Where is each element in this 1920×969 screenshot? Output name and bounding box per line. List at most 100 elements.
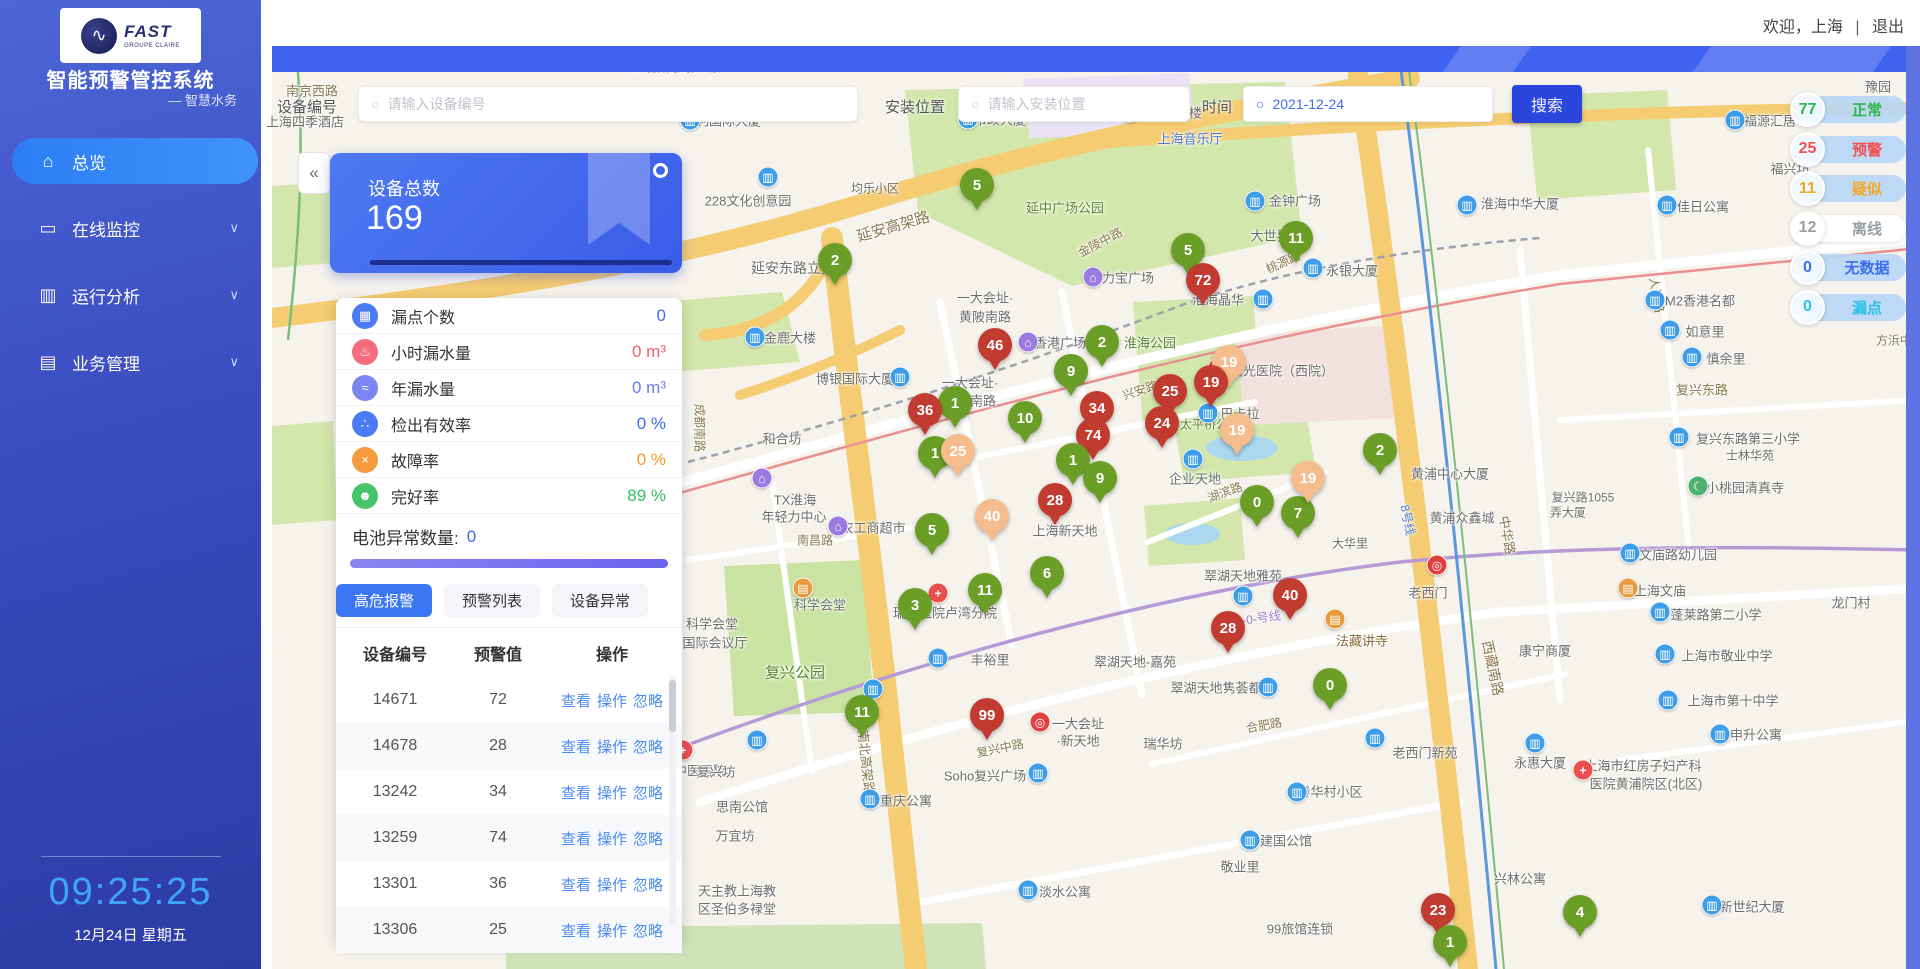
shop-poi-icon: ⌂	[752, 468, 773, 489]
stat-row-漏点个数: ▦漏点个数0	[336, 298, 682, 334]
top-bar: 欢迎，上海 | 退出	[261, 0, 1920, 46]
action-操作[interactable]: 操作	[597, 785, 627, 802]
panel-collapse-button[interactable]: «	[298, 152, 330, 194]
map-marker-red-23[interactable]: 23	[1421, 893, 1455, 927]
map-marker-green-2[interactable]: 2	[1085, 325, 1119, 359]
action-忽略[interactable]: 忽略	[633, 739, 663, 756]
system-subtitle: — 智慧水务	[168, 90, 237, 109]
tab-预警列表[interactable]: 预警列表	[444, 584, 540, 617]
map-marker-green-11[interactable]: 11	[845, 695, 879, 729]
action-查看[interactable]: 查看	[561, 923, 591, 940]
map-marker-green-5[interactable]: 5	[915, 513, 949, 547]
map-marker-green-9[interactable]: 9	[1083, 461, 1117, 495]
map-marker-red-24[interactable]: 24	[1145, 406, 1179, 440]
map-marker-red-28[interactable]: 28	[1211, 611, 1245, 645]
action-查看[interactable]: 查看	[561, 739, 591, 756]
date-input-box[interactable]: ○	[1243, 86, 1493, 122]
map-marker-green-3[interactable]: 3	[898, 588, 932, 622]
action-操作[interactable]: 操作	[597, 739, 627, 756]
device-id-input-box[interactable]: ○	[358, 86, 858, 122]
action-查看[interactable]: 查看	[561, 831, 591, 848]
action-忽略[interactable]: 忽略	[633, 693, 663, 710]
legend-count-漏点[interactable]: 0	[1790, 290, 1825, 325]
tab-高危报警[interactable]: 高危报警	[336, 584, 432, 617]
map-marker-orange-40[interactable]: 40	[975, 499, 1009, 533]
map-marker-red-72[interactable]: 72	[1186, 263, 1220, 297]
map-marker-green-0[interactable]: 0	[1240, 485, 1274, 519]
map-marker-green-0[interactable]: 0	[1313, 668, 1347, 702]
map-marker-orange-19[interactable]: 19	[1291, 461, 1325, 495]
map-marker-green-5[interactable]: 5	[960, 168, 994, 202]
install-location-input[interactable]	[987, 96, 1172, 112]
table-row: 1330136查看操作忽略	[336, 861, 682, 907]
map-label: 农工商超市	[840, 518, 905, 537]
map-label: 老西门新苑	[1392, 743, 1457, 762]
map-marker-orange-19[interactable]: 19	[1220, 413, 1254, 447]
map-marker-orange-25[interactable]: 25	[941, 434, 975, 468]
map-marker-green-11[interactable]: 11	[1279, 221, 1313, 255]
map-marker-green-5[interactable]: 5	[1171, 233, 1205, 267]
sidebar-item-总览[interactable]: ⌂总览	[12, 138, 258, 184]
map-marker-green-10[interactable]: 10	[1008, 401, 1042, 435]
map-marker-green-1[interactable]: 1	[1433, 925, 1467, 959]
legend-count-无数据[interactable]: 0	[1790, 250, 1825, 285]
action-操作[interactable]: 操作	[597, 923, 627, 940]
map-marker-green-4[interactable]: 4	[1563, 895, 1597, 929]
action-忽略[interactable]: 忽略	[633, 831, 663, 848]
action-忽略[interactable]: 忽略	[633, 877, 663, 894]
date-input[interactable]	[1272, 96, 1473, 112]
legend-count-预警[interactable]: 25	[1790, 132, 1825, 167]
tab-设备异常[interactable]: 设备异常	[552, 584, 648, 617]
action-操作[interactable]: 操作	[597, 693, 627, 710]
map-marker-red-19[interactable]: 19	[1194, 365, 1228, 399]
map-marker-red-99[interactable]: 99	[970, 698, 1004, 732]
logout-link[interactable]: 退出	[1872, 19, 1904, 36]
legend-count-正常[interactable]: 77	[1790, 92, 1825, 127]
map-label: 士林华苑	[1726, 447, 1774, 464]
hospital-poi-icon: +	[1573, 760, 1594, 781]
search-button[interactable]: 搜索	[1512, 85, 1582, 123]
action-忽略[interactable]: 忽略	[633, 923, 663, 940]
sidebar-item-在线监控[interactable]: ▭在线监控∨	[0, 205, 261, 251]
wifi-icon: ≈	[352, 375, 378, 401]
action-忽略[interactable]: 忽略	[633, 785, 663, 802]
action-查看[interactable]: 查看	[561, 785, 591, 802]
building-poi-icon: ▥	[1650, 602, 1671, 623]
battery-label: 电池异常数量:	[352, 524, 459, 549]
map-marker-green-11[interactable]: 11	[968, 573, 1002, 607]
map-label: 丰裕里	[970, 650, 1009, 669]
map-marker-red-25[interactable]: 25	[1153, 374, 1187, 408]
legend-count-离线[interactable]: 12	[1790, 211, 1825, 246]
stat-value: 0 m³	[632, 342, 666, 362]
map-marker-red-28[interactable]: 28	[1038, 483, 1072, 517]
action-查看[interactable]: 查看	[561, 693, 591, 710]
map-marker-red-46[interactable]: 46	[978, 328, 1012, 362]
sidebar-item-业务管理[interactable]: ▤业务管理∨	[0, 339, 261, 385]
map-marker-red-40[interactable]: 40	[1273, 578, 1307, 612]
sidebar-item-运行分析[interactable]: ▥运行分析∨	[0, 272, 261, 318]
band-decoration	[1443, 46, 1531, 72]
action-操作[interactable]: 操作	[597, 831, 627, 848]
map-marker-green-2[interactable]: 2	[1363, 433, 1397, 467]
map-marker-green-9[interactable]: 9	[1054, 354, 1088, 388]
table-scrollbar-thumb[interactable]	[669, 680, 676, 732]
map-marker-green-2[interactable]: 2	[818, 243, 852, 277]
map-marker-green-6[interactable]: 6	[1030, 556, 1064, 590]
shop-poi-icon: ⌂	[828, 516, 849, 537]
table-row: 1330625查看操作忽略	[336, 907, 682, 953]
battery-value: 0	[467, 527, 476, 547]
map-marker-red-36[interactable]: 36	[908, 393, 942, 427]
device-id-input[interactable]	[387, 96, 800, 112]
action-查看[interactable]: 查看	[561, 877, 591, 894]
map-marker-green-1[interactable]: 1	[938, 386, 972, 420]
building-poi-icon: ▥	[1028, 763, 1049, 784]
stat-value: 0 %	[637, 414, 666, 434]
action-操作[interactable]: 操作	[597, 877, 627, 894]
map-label: 228文化创意园	[705, 191, 792, 210]
legend-count-疑似[interactable]: 11	[1790, 171, 1825, 206]
divider: |	[1855, 19, 1859, 36]
ring-icon[interactable]	[653, 163, 668, 178]
table-scrollbar[interactable]	[669, 676, 676, 926]
install-location-input-box[interactable]: ○	[958, 86, 1190, 122]
clock-divider	[41, 856, 221, 857]
